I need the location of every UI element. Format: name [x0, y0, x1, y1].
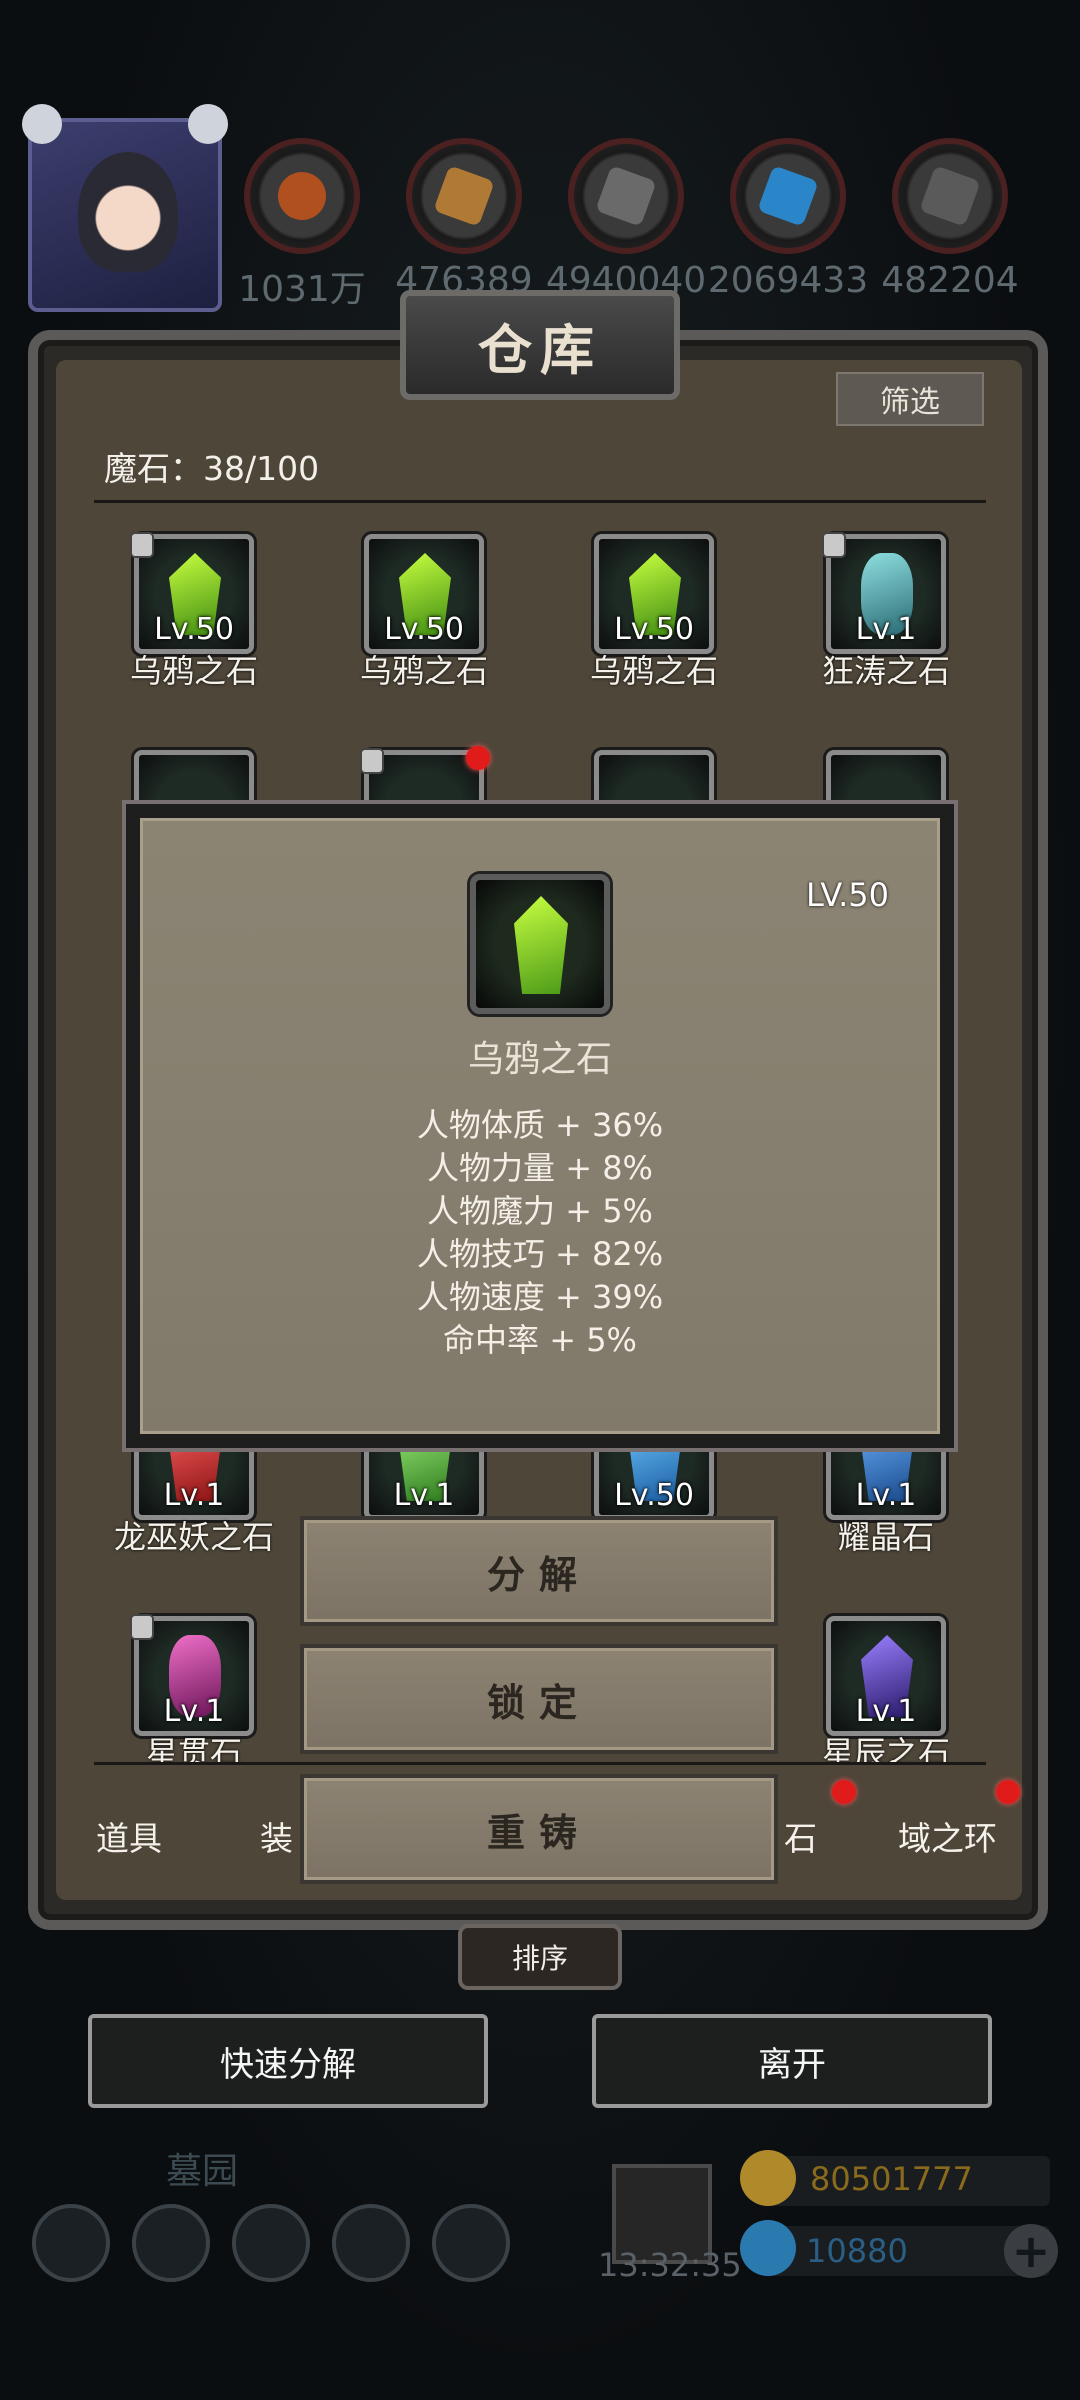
- diamond-amount: 10880: [806, 2232, 908, 2270]
- gold-coin-icon: [740, 2150, 796, 2206]
- item-level: Lv.50: [384, 612, 464, 647]
- warehouse-title: 仓库: [478, 317, 602, 382]
- item-level: Lv.1: [855, 1694, 917, 1729]
- item-slot[interactable]: Lv.50: [364, 534, 484, 654]
- character-portrait: [78, 152, 178, 272]
- guild-icon[interactable]: [232, 2204, 310, 2282]
- item-level: Lv.1: [163, 1478, 225, 1513]
- gold-amount: 80501777: [810, 2160, 973, 2198]
- decompose-button[interactable]: 分解: [300, 1516, 778, 1626]
- wood-icon[interactable]: [406, 138, 522, 254]
- lock-icon: [130, 532, 154, 558]
- item-slot[interactable]: Lv.50: [594, 534, 714, 654]
- crystal-icon[interactable]: [730, 138, 846, 254]
- filter-button[interactable]: 筛选: [836, 372, 984, 426]
- item-name: 乌鸦之石: [359, 652, 488, 690]
- mail-icon[interactable]: [332, 2204, 410, 2282]
- item-name: 狂涛之石: [821, 652, 950, 690]
- item-name: 星辰之石: [821, 1734, 950, 1764]
- add-currency-button[interactable]: +: [1004, 2224, 1058, 2278]
- item-level: Lv.1: [393, 1478, 455, 1513]
- divider: [94, 1762, 986, 1765]
- resource-value-crystal: 2069433: [707, 260, 869, 301]
- item-name: 星贯石: [145, 1734, 242, 1764]
- iron-icon[interactable]: [568, 138, 684, 254]
- lock-button[interactable]: 锁定: [300, 1644, 778, 1754]
- graveyard-label[interactable]: 墓园: [166, 2142, 238, 2194]
- notification-dot: [832, 1780, 856, 1804]
- popup-level: LV.50: [806, 876, 889, 914]
- crow-stone-icon: [470, 874, 610, 1014]
- stone-icon[interactable]: [892, 138, 1008, 254]
- meat-icon[interactable]: [244, 138, 360, 254]
- item-level: Lv.50: [614, 1478, 694, 1513]
- settings-icon[interactable]: [32, 2204, 110, 2282]
- popup-item-name: 乌鸦之石: [467, 1039, 612, 1080]
- stat-line: 人物技巧 + 82%: [416, 1235, 664, 1273]
- item-level: Lv.1: [163, 1694, 225, 1729]
- item-level: Lv.50: [614, 612, 694, 647]
- stat-line: 人物魔力 + 5%: [427, 1192, 653, 1230]
- resource-value-stone: 482204: [881, 260, 1019, 301]
- wing-ornament-icon: [188, 104, 228, 144]
- tab-stones[interactable]: 石: [784, 1812, 817, 1860]
- item-name: 耀晶石: [837, 1518, 934, 1556]
- diamond-icon: [740, 2220, 796, 2276]
- player-avatar[interactable]: [22, 104, 228, 312]
- lock-icon: [360, 748, 384, 774]
- item-name: 龙巫妖之石: [113, 1518, 274, 1556]
- stat-line: 人物体质 + 36%: [416, 1106, 664, 1144]
- notification-dot: [996, 1780, 1020, 1804]
- game-time: 13:32:35: [598, 2246, 742, 2284]
- item-level: Lv.1: [855, 1478, 917, 1513]
- tab-props[interactable]: 道具: [96, 1812, 162, 1860]
- notification-dot: [466, 746, 490, 770]
- crystal-shape: [514, 896, 568, 994]
- leave-button[interactable]: 离开: [592, 2014, 992, 2108]
- lock-icon: [822, 532, 846, 558]
- stat-line: 命中率 + 5%: [443, 1321, 637, 1359]
- title-plate: 仓库: [400, 290, 680, 400]
- item-slot[interactable]: Lv.1: [826, 1616, 946, 1736]
- wing-ornament-icon: [22, 104, 62, 144]
- stat-line: 人物力量 + 8%: [427, 1149, 653, 1187]
- tab-domain-ring[interactable]: 域之环: [898, 1812, 997, 1860]
- tab-equipment[interactable]: 装: [260, 1812, 293, 1860]
- forge-icon[interactable]: [432, 2204, 510, 2282]
- recast-button[interactable]: 重铸: [300, 1774, 778, 1884]
- item-level: Lv.50: [154, 612, 234, 647]
- lock-icon: [130, 1614, 154, 1640]
- popup-stats: 人物体质 + 36% 人物力量 + 8% 人物魔力 + 5% 人物技巧 + 82…: [140, 1104, 940, 1362]
- stone-count: 魔石：38/100: [104, 449, 320, 488]
- item-name: 乌鸦之石: [129, 652, 258, 690]
- item-name: 乌鸦之石: [589, 652, 718, 690]
- divider: [94, 500, 986, 503]
- stat-line: 人物速度 + 39%: [416, 1278, 664, 1316]
- achievement-icon[interactable]: [132, 2204, 210, 2282]
- resource-value-meat: 1031万: [238, 269, 366, 310]
- sort-button[interactable]: 排序: [458, 1924, 622, 1990]
- quick-decompose-button[interactable]: 快速分解: [88, 2014, 488, 2108]
- item-level: Lv.1: [855, 612, 917, 647]
